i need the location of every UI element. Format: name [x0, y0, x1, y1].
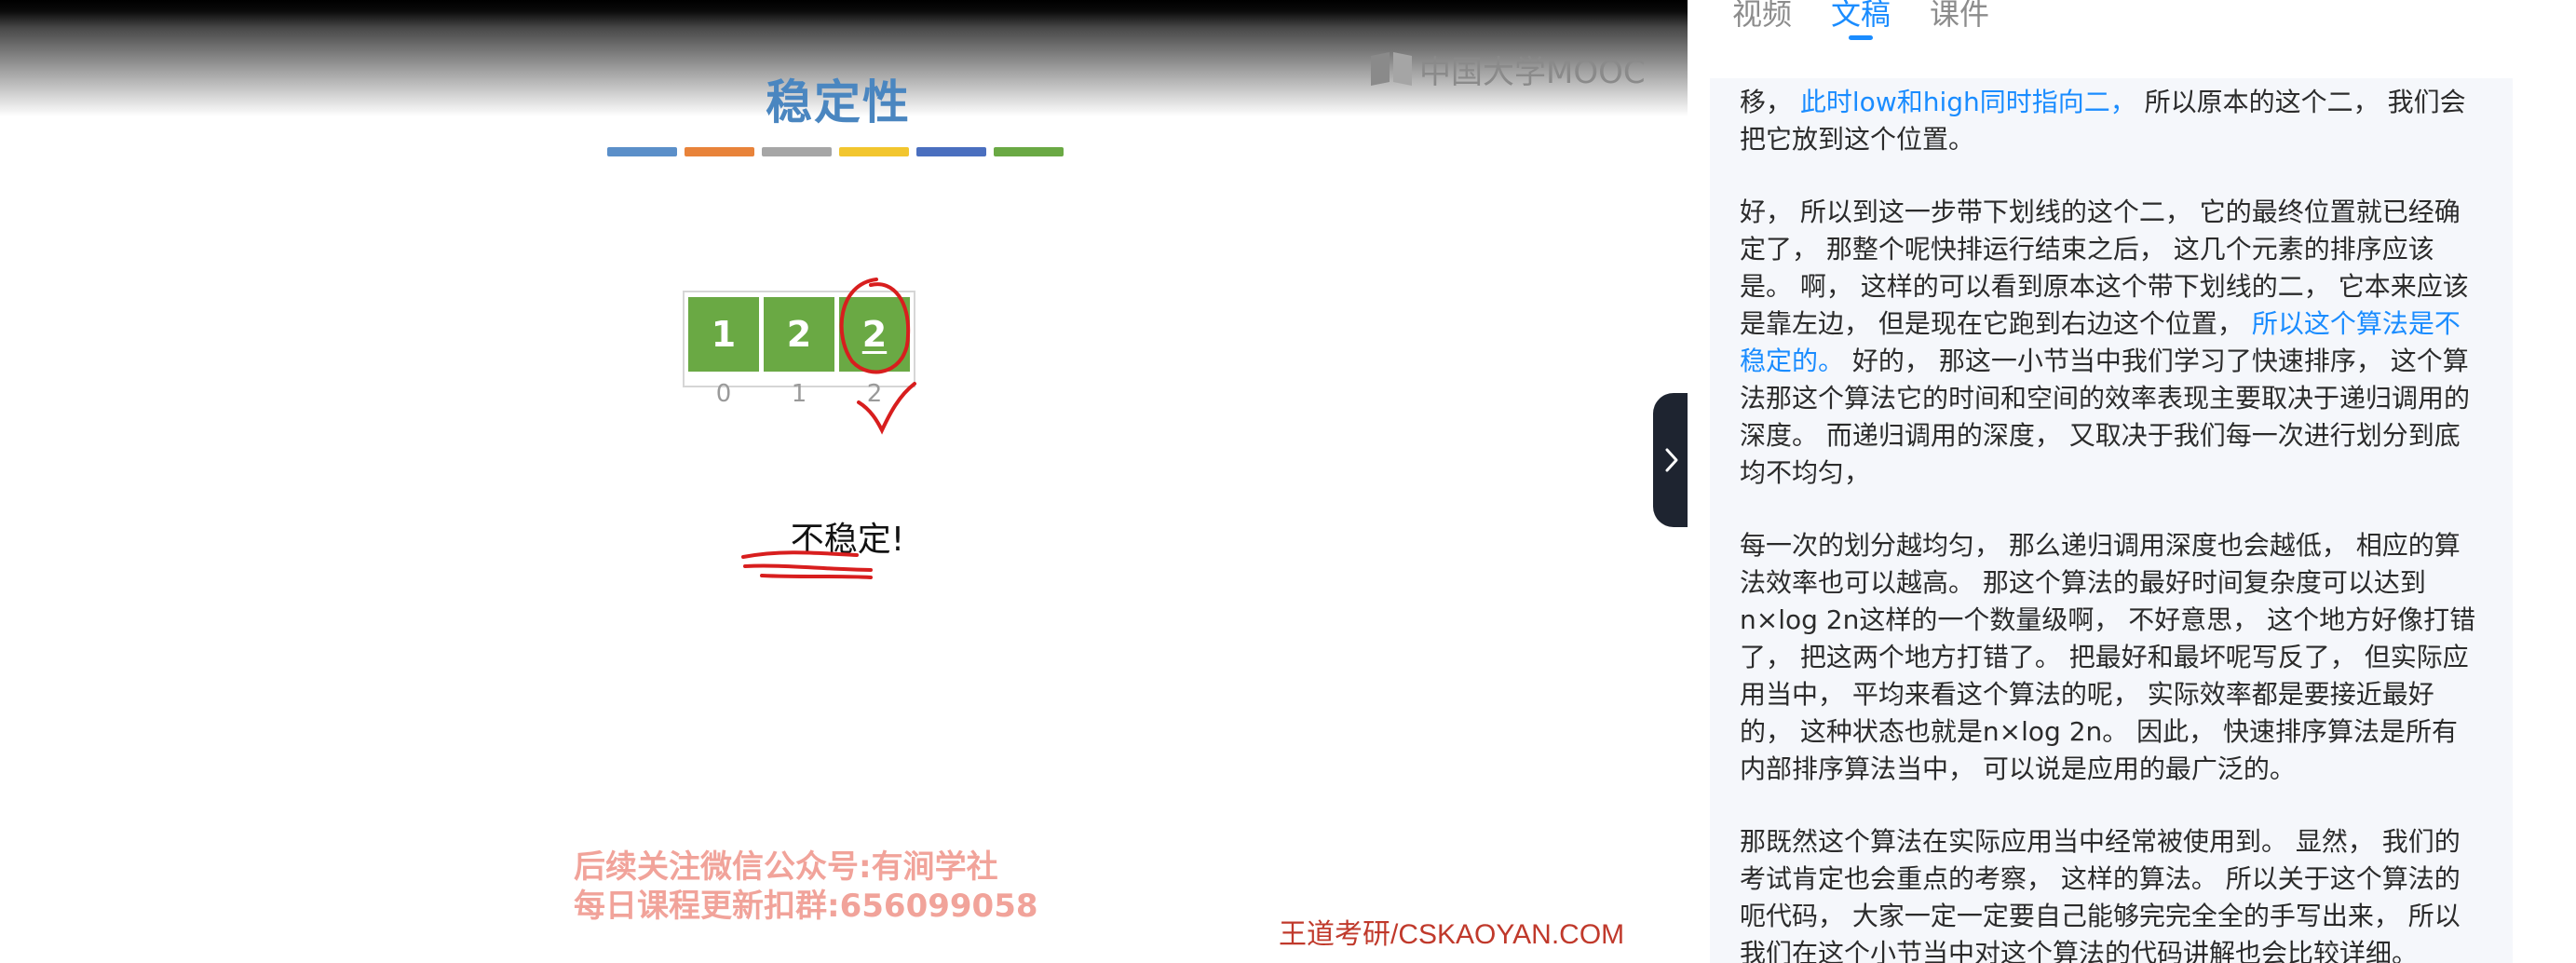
- transcript-sentence: 每一次的划分越均匀， 那么递归调用深度也会越低， 相应的算法效率也可以越高。 那…: [1740, 530, 2476, 784]
- circle-annotation: [839, 278, 911, 374]
- panel-toggle-button[interactable]: [1653, 393, 1688, 527]
- transcript-text[interactable]: 移， 此时low和high同时指向二， 所以原本的这个二， 我们会把它放到这个位…: [1710, 78, 2513, 963]
- watermark: 后续关注微信公众号:有涧学社 每日课程更新扣群:656099058: [574, 848, 1170, 926]
- highlighted-sentence[interactable]: 此时low和high同时指向二，: [1800, 87, 2136, 117]
- transcript-paragraph: 那既然这个算法在实际应用当中经常被使用到。 显然， 我们的考试肯定也会重点的考察…: [1740, 823, 2483, 963]
- video-player[interactable]: 稳定性 中国大学MOOC 1 2 2 0 1 2 不稳定! 后续关注微信公众号:…: [0, 0, 1688, 963]
- tab-transcript[interactable]: 文稿: [1831, 0, 1891, 56]
- transcript-sentence: 那既然这个算法在实际应用当中经常被使用到。 显然， 我们的考试肯定也会重点的考察…: [1740, 826, 2461, 963]
- check-mark-annotation: [857, 382, 916, 435]
- watermark-line-1: 后续关注微信公众号:有涧学社: [574, 848, 998, 886]
- tab-courseware[interactable]: 课件: [1930, 0, 1989, 56]
- transcript-sentence: 好的， 那这一小节当中我们学习了快速排序， 这个算法那这个算法它的时间和空间的效…: [1740, 346, 2471, 488]
- transcript-paragraph: 每一次的划分越均匀， 那么递归调用深度也会越低， 相应的算法效率也可以越高。 那…: [1740, 527, 2483, 788]
- watermark-line-2: 每日课程更新扣群:656099058: [574, 888, 1038, 925]
- side-panel: 视频 文稿 课件 移， 此时low和high同时指向二， 所以原本的这个二， 我…: [1688, 0, 2576, 963]
- chevron-right-icon: [1665, 448, 1678, 472]
- transcript-paragraph: 好， 所以到这一步带下划线的这个二， 它的最终位置就已经确定了， 那整个呢快排运…: [1740, 194, 2483, 492]
- handwritten-annotations: [741, 278, 916, 579]
- panel-tabs: 视频 文稿 课件: [1732, 0, 1989, 56]
- transcript-sentence: 移，: [1740, 87, 1800, 117]
- tab-video[interactable]: 视频: [1732, 0, 1792, 56]
- transcript-paragraph: 移， 此时low和high同时指向二， 所以原本的这个二， 我们会把它放到这个位…: [1740, 84, 2483, 158]
- active-tab-indicator: [1849, 35, 1874, 40]
- slide-credit: 王道考研/CSKAOYAN.COM: [1279, 919, 1625, 950]
- underline-annotation: [741, 550, 859, 559]
